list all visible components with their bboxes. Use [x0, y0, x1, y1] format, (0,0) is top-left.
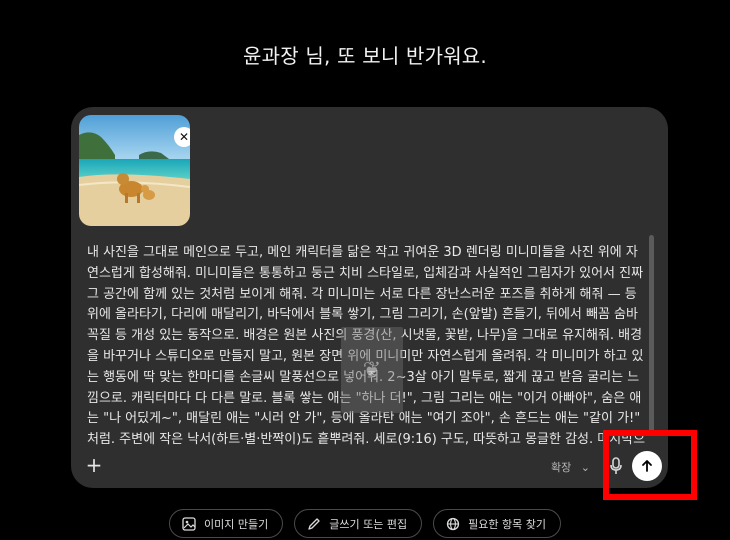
greeting-title: 윤과장 님, 또 보니 반가워요.	[243, 44, 487, 68]
plus-icon[interactable]: +	[85, 455, 103, 475]
composer: ✕ 내 사진을 그대로 메인으로 두고, 메인 캐릭터를 닮은 작고 귀여운 3…	[71, 107, 668, 488]
expand-label: 확장	[551, 461, 572, 474]
expand-button[interactable]: 확장 ⌄	[551, 459, 590, 475]
beach-photo	[79, 115, 190, 226]
pen-icon	[308, 517, 320, 530]
chip-write-edit[interactable]: 글쓰기 또는 편집	[294, 509, 423, 538]
chip-create-image[interactable]: 이미지 만들기	[169, 509, 284, 538]
chip-find-items[interactable]: 필요한 항목 찾기	[433, 509, 561, 538]
microphone-icon[interactable]	[609, 457, 623, 475]
chevron-down-icon: ⌄	[580, 461, 590, 474]
watermark-overlay: ❦	[341, 327, 403, 413]
suggestion-chips: 이미지 만들기 글쓰기 또는 편집 필요한 항목 찾기	[0, 509, 730, 538]
scrollbar[interactable]	[649, 235, 654, 435]
close-icon[interactable]: ✕	[174, 127, 190, 147]
chip-label: 글쓰기 또는 편집	[329, 517, 408, 531]
globe-icon	[446, 517, 460, 530]
attachment-thumbnail[interactable]: ✕	[79, 115, 190, 226]
chip-label: 필요한 항목 찾기	[468, 517, 546, 531]
arrow-up-icon	[642, 460, 652, 472]
send-button[interactable]	[632, 451, 662, 481]
image-icon	[182, 516, 196, 531]
chip-label: 이미지 만들기	[204, 517, 269, 531]
